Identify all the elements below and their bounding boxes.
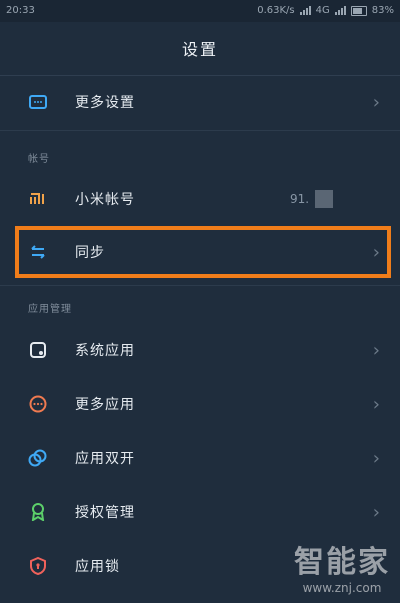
watermark-logo: 智能家	[294, 545, 390, 580]
mi-account-label: 小米帐号	[75, 192, 135, 208]
more-settings-icon	[28, 92, 48, 112]
permissions-label: 授权管理	[75, 505, 135, 521]
chevron-right-icon: ›	[372, 91, 380, 113]
chevron-right-icon: ›	[372, 447, 380, 469]
network-type: 4G	[315, 5, 330, 16]
system-apps-icon	[28, 340, 48, 360]
section-divider	[0, 130, 400, 131]
signal-icon	[299, 6, 311, 15]
battery-icon	[350, 5, 367, 16]
chevron-right-icon: ›	[372, 339, 380, 361]
redacted-block	[315, 190, 333, 208]
more-apps-icon	[28, 394, 48, 414]
app-lock-icon	[28, 556, 48, 576]
signal-icon-2	[334, 6, 346, 15]
mi-logo-icon	[28, 189, 48, 209]
watermark-url: www.znj.com	[302, 581, 382, 595]
permissions-icon	[28, 502, 48, 522]
system-apps-row[interactable]: 系统应用 ›	[0, 324, 400, 376]
chevron-right-icon: ›	[372, 393, 380, 415]
watermark: 智能家 www.znj.com	[294, 537, 390, 595]
status-time: 20:33	[6, 5, 35, 16]
dual-apps-label: 应用双开	[75, 451, 135, 467]
section-label-app-management: 应用管理	[28, 304, 72, 315]
status-bar: 20:33 0.63K/s 4G 83%	[0, 0, 400, 22]
more-apps-row[interactable]: 更多应用 ›	[0, 378, 400, 430]
highlight-box	[15, 226, 391, 278]
more-settings-row[interactable]: 更多设置 ›	[0, 76, 400, 128]
status-right: 0.63K/s 4G 83%	[257, 5, 394, 16]
more-settings-label: 更多设置	[75, 95, 135, 111]
battery-level: 83%	[371, 5, 394, 16]
dual-apps-icon	[28, 448, 48, 468]
mi-account-value: 91.	[290, 192, 310, 206]
mi-account-row[interactable]: 小米帐号 91.	[0, 173, 400, 225]
permissions-row[interactable]: 授权管理 ›	[0, 486, 400, 538]
chevron-right-icon: ›	[372, 501, 380, 523]
system-apps-label: 系统应用	[75, 343, 135, 359]
section-divider	[0, 285, 400, 286]
more-apps-label: 更多应用	[75, 397, 135, 413]
network-speed: 0.63K/s	[257, 5, 295, 16]
app-lock-label: 应用锁	[75, 559, 120, 575]
page-title: 设置	[181, 40, 218, 59]
dual-apps-row[interactable]: 应用双开 ›	[0, 432, 400, 484]
section-label-account: 帐号	[28, 154, 50, 165]
